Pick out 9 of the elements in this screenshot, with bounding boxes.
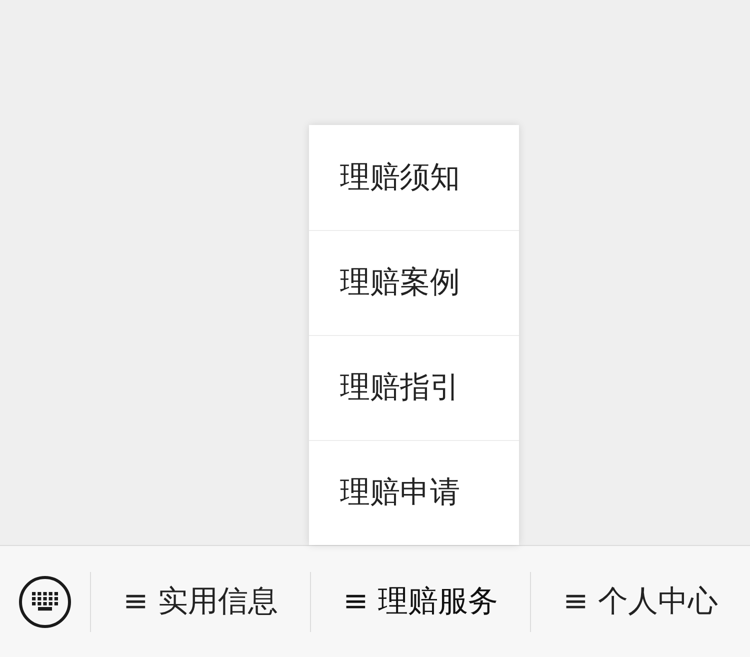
menu-tab[interactable]: ≡ 理赔服务 — [335, 579, 506, 624]
submenu-item[interactable]: 理赔须知 — [309, 124, 519, 230]
submenu-item[interactable]: 理赔指引 — [309, 334, 519, 440]
keyboard-button[interactable] — [19, 576, 71, 628]
menu-tab[interactable]: ≡ 实用信息 — [115, 579, 286, 624]
menu-tab[interactable]: ≡ 个人中心 — [555, 579, 726, 624]
submenu-item[interactable]: 理赔申请 — [309, 440, 519, 544]
submenu-item[interactable]: 理赔案例 — [309, 230, 519, 334]
keyboard-icon — [30, 590, 60, 612]
